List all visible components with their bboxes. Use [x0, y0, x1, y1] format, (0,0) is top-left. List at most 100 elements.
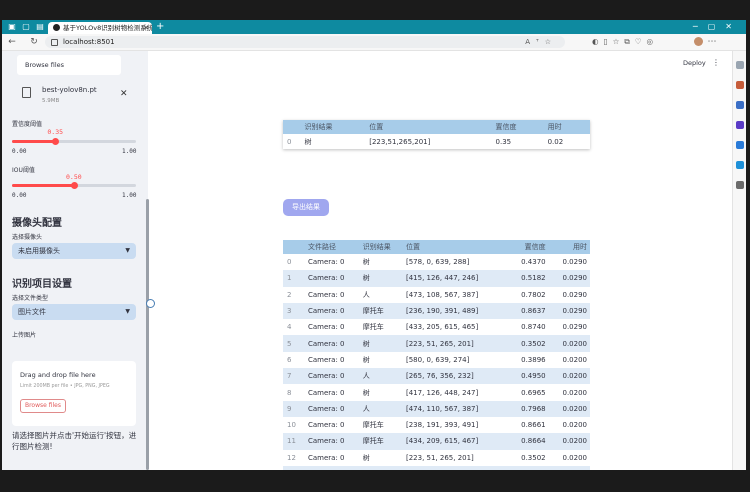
conf-slider[interactable]	[12, 138, 136, 145]
main-menu-icon[interactable]: ⋮	[712, 58, 720, 67]
table-row: 11 Camera: 0 摩托车 [434, 209, 615, 467] 0.8664…	[283, 433, 590, 450]
table-cell: 5	[283, 335, 304, 352]
office-icon[interactable]	[736, 161, 744, 169]
table-cell: 人	[362, 290, 370, 299]
table-cell: [223, 51, 265, 201]	[405, 453, 474, 462]
result-table-header: 识别结果 位置 置信度 用时	[283, 120, 590, 134]
table-header-cell: 置信度	[505, 240, 549, 254]
workspaces-icon[interactable]: ▢	[20, 21, 32, 33]
table-cell: 0.0290	[548, 302, 590, 320]
tab-bar: ▣ ▢ ▤ 基于YOLOv8识别树物检测系统 ✕ + ─▢✕	[2, 20, 746, 34]
browse-files-button-top[interactable]: Browse files	[17, 55, 121, 75]
chevron-down-icon: ▼	[125, 247, 130, 254]
table-cell: [580, 0, 639, 274]	[405, 355, 470, 364]
read-aloud-icon[interactable]: Aᵀ	[525, 38, 544, 46]
table-cell: Camera: 0	[308, 290, 345, 299]
table-cell: 12	[287, 453, 296, 462]
file-dropzone[interactable]: Drag and drop file here Limit 200MB per …	[12, 361, 136, 426]
table-cell: 0.02	[547, 137, 564, 146]
edge-sidebar	[732, 51, 746, 470]
refresh-icon[interactable]: ↻	[28, 36, 40, 48]
table-header-cell: 识别结果	[300, 120, 366, 134]
browser-window: ▣ ▢ ▤ 基于YOLOv8识别树物检测系统 ✕ + ─▢✕ ← ↻ local…	[2, 20, 746, 470]
export-results-button[interactable]: 导出结果	[283, 199, 329, 216]
new-tab-button[interactable]: +	[156, 20, 164, 34]
site-favicon-icon	[53, 24, 60, 31]
table-cell: 0.8740	[521, 323, 546, 332]
search-icon[interactable]	[736, 61, 744, 69]
table-cell: 0	[287, 137, 292, 146]
toolbar-icons[interactable]: ◐▯☆⧉♡◎	[592, 36, 658, 48]
add-icon[interactable]	[736, 181, 744, 189]
table-row: 6 Camera: 0 树 [580, 0, 639, 274] 0.3896 0.020…	[283, 352, 590, 368]
browser-menu-icon[interactable]: ⋯	[706, 36, 718, 48]
table-cell: Camera: 0	[308, 388, 345, 397]
conf-slider-label: 置信度阈值	[12, 121, 43, 128]
window-menu-icon[interactable]: ▣	[6, 21, 18, 33]
table-cell: Camera: 0	[304, 270, 359, 287]
window-controls[interactable]: ─▢✕	[693, 20, 742, 34]
table-cell: [473, 108, 567, 387]	[405, 290, 479, 299]
table-cell: 0.8661	[521, 421, 546, 430]
sidebar-resize-handle[interactable]	[146, 299, 155, 308]
table-cell: 11	[283, 433, 304, 450]
table-row: 9 Camera: 0 人 [474, 110, 567, 387] 0.7968 0.0…	[283, 400, 590, 417]
table-cell: 6	[287, 355, 292, 364]
conf-slider-max: 1.00	[122, 148, 137, 155]
table-cell: 9	[283, 400, 304, 417]
iou-slider[interactable]	[12, 182, 136, 189]
table-cell: [417, 126, 448, 247]	[405, 388, 479, 397]
table-cell: 0.0290	[562, 258, 588, 267]
table-cell: 人	[358, 400, 402, 417]
filetype-select[interactable]: 图片文件 ▼	[12, 304, 136, 320]
games-icon[interactable]	[736, 121, 744, 129]
close-tab-icon[interactable]: ✕	[143, 22, 149, 34]
conf-slider-thumb[interactable]	[51, 138, 59, 145]
table-cell: 树	[362, 258, 370, 267]
table-cell: 0.0200	[562, 421, 588, 430]
table-row: 3 Camera: 0 摩托车 [236, 190, 391, 489] 0.8637 0…	[283, 302, 590, 320]
table-row: 2 Camera: 0 人 [473, 108, 567, 387] 0.7802 0.0…	[283, 287, 590, 303]
table-cell: 树	[362, 388, 370, 397]
address-bar: ← ↻ localhost:8501 Aᵀ☆ ◐▯☆⧉♡◎ ⋯	[2, 34, 746, 51]
sidebar-scrollbar[interactable]	[146, 199, 149, 470]
table-row: 8 Camera: 0 树 [417, 126, 448, 247] 0.6965 0.0…	[283, 384, 590, 400]
iou-slider-fill	[12, 184, 74, 187]
tab-actions-icon[interactable]: ▤	[34, 21, 46, 33]
url-box[interactable]: localhost:8501 Aᵀ☆	[45, 36, 565, 48]
address-actions[interactable]: Aᵀ☆	[525, 36, 557, 48]
remove-file-icon[interactable]: ✕	[120, 89, 128, 99]
shopping-icon[interactable]	[736, 81, 744, 89]
tools-icon[interactable]	[736, 101, 744, 109]
table-cell: 7	[283, 368, 304, 385]
table-header-cell	[283, 120, 301, 134]
deploy-button[interactable]: Deploy	[683, 59, 706, 67]
table-cell: 10	[287, 421, 296, 430]
iou-slider-thumb[interactable]	[70, 182, 78, 189]
camera-section-title: 摄像头配置	[12, 218, 62, 229]
table-cell: 0.0290	[548, 270, 590, 287]
table-cell: [434, 209, 615, 467]	[401, 433, 506, 450]
table-cell: 0.4950	[505, 368, 549, 385]
table-cell: [223,51,265,201]	[369, 137, 431, 146]
outlook-icon[interactable]	[736, 141, 744, 149]
table-cell: [433, 205, 615, 465]	[405, 323, 479, 332]
back-icon[interactable]: ←	[6, 36, 18, 48]
table-row: 0 Camera: 0 树 [578, 0, 639, 288] 0.4370 0.029…	[283, 254, 590, 270]
table-header-cell	[283, 240, 304, 254]
browse-files-button[interactable]: Browse files	[20, 399, 66, 413]
table-cell: 0.4370	[521, 258, 546, 267]
table-cell: [578, 0, 639, 288]	[405, 258, 470, 267]
sidebar-hint: 请选择图片并点击'开始运行'按钮，进行图片检测!	[12, 431, 137, 451]
iou-slider-label: IOU阈值	[12, 167, 35, 174]
camera-select-value: 未启用摄像头	[18, 247, 60, 255]
table-cell: 0.0200	[562, 388, 588, 397]
camera-select[interactable]: 未启用摄像头 ▼	[12, 243, 136, 259]
url-text[interactable]: localhost:8501	[63, 36, 115, 48]
conf-slider-fill	[12, 140, 56, 143]
browser-tab-active[interactable]: 基于YOLOv8识别树物检测系统 ✕	[48, 22, 152, 34]
profile-avatar[interactable]	[694, 37, 703, 46]
table-cell: 摩托车	[358, 433, 402, 450]
table-cell: 摩托车	[362, 421, 384, 430]
site-info-icon[interactable]	[51, 39, 58, 46]
